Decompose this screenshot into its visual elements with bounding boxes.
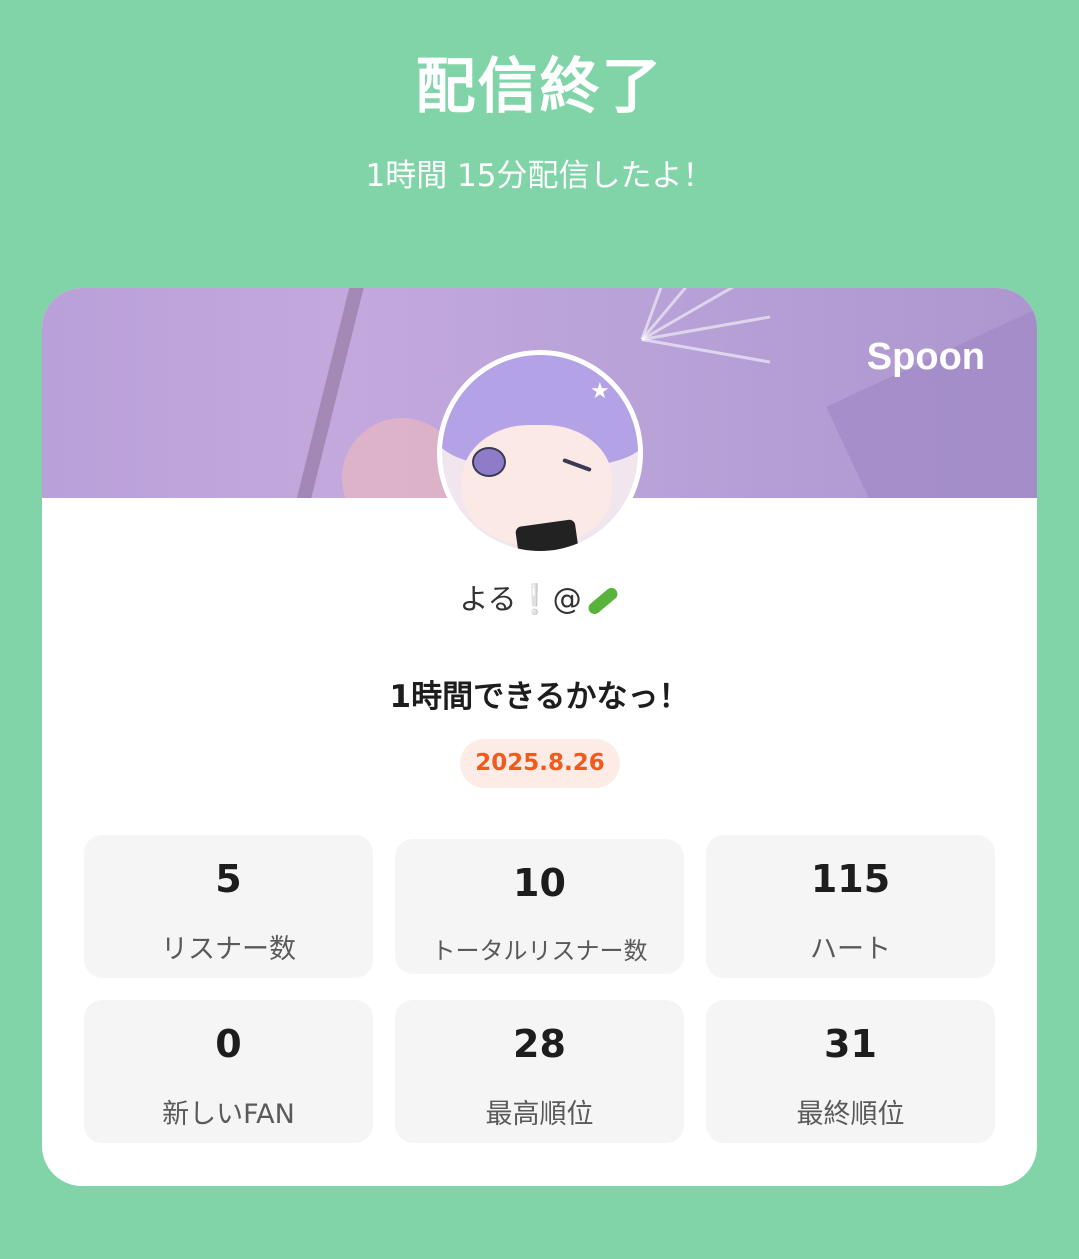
stat-label: ハート (810, 934, 891, 965)
avatar[interactable]: ★ (437, 350, 643, 556)
stream-duration-text: 1時間 15分配信したよ！ (365, 158, 714, 194)
stat-value: 10 (513, 861, 566, 905)
stat-value: 0 (215, 1022, 242, 1066)
stat-value: 28 (513, 1022, 566, 1066)
stat-label: トータルリスナー数 (431, 937, 648, 965)
username: よる❕@ (459, 582, 582, 616)
broadcast-summary-card: Spoon ★ よる❕@ 1時間できるかなっ！ 2025.8.26 5 リスナー… (42, 288, 1037, 1186)
stat-value: 5 (215, 857, 242, 901)
stat-label: 最高順位 (485, 1099, 594, 1130)
stat-value: 115 (810, 857, 891, 901)
stat-value: 31 (824, 1022, 877, 1066)
stat-label: 最終順位 (796, 1099, 905, 1130)
stat-new-fans: 0 新しいFAN (84, 1000, 373, 1143)
stat-label: 新しいFAN (162, 1099, 295, 1130)
cucumber-icon (585, 585, 620, 617)
spoon-logo: Spoon (866, 336, 985, 378)
stat-label: リスナー数 (161, 934, 296, 965)
stat-listeners: 5 リスナー数 (84, 835, 373, 978)
stat-highest-rank: 28 最高順位 (395, 1000, 684, 1143)
stat-total-listeners: 10 トータルリスナー数 (395, 839, 684, 974)
page-title: 配信終了 (415, 52, 664, 122)
stat-final-rank: 31 最終順位 (706, 1000, 995, 1143)
stat-hearts: 115 ハート (706, 835, 995, 978)
stream-title: 1時間できるかなっ！ (389, 679, 690, 715)
date-badge: 2025.8.26 (460, 739, 620, 788)
username-row: よる❕@ (42, 576, 1037, 618)
